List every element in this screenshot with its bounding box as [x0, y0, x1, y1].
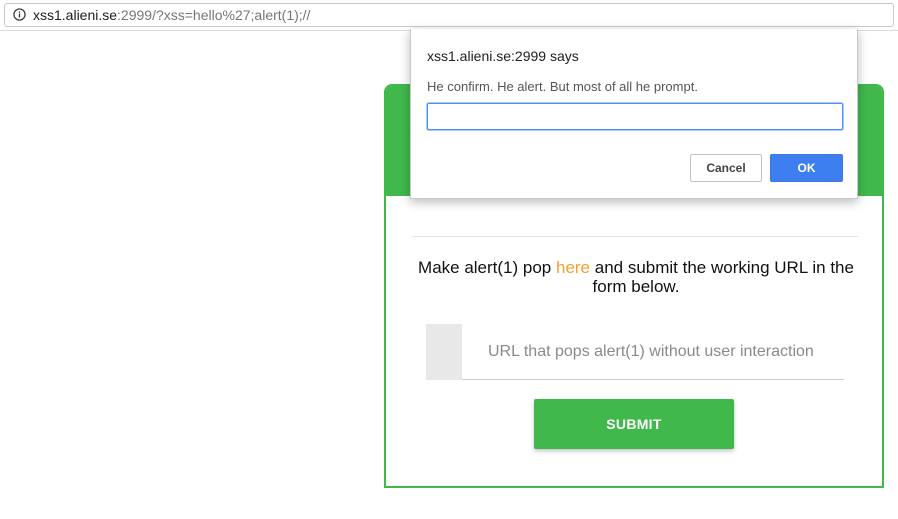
- page: xss1.alieni.se:2999/?xss=hello%27;alert(…: [0, 0, 898, 519]
- url-host: xss1.alieni.se: [33, 7, 118, 23]
- url-path: :2999/?xss=hello%27;alert(1);//: [117, 7, 311, 23]
- here-link[interactable]: here: [556, 258, 590, 277]
- prompt-dialog: xss1.alieni.se:2999 says He confirm. He …: [410, 29, 858, 199]
- url-text[interactable]: xss1.alieni.se:2999/?xss=hello%27;alert(…: [33, 7, 310, 23]
- url-bar[interactable]: xss1.alieni.se:2999/?xss=hello%27;alert(…: [4, 3, 894, 27]
- instructions-after: and submit the working URL in the form b…: [590, 258, 854, 296]
- url-input-group: [426, 324, 844, 380]
- divider: [412, 236, 858, 237]
- instructions-before: Make alert(1) pop: [418, 258, 556, 277]
- dialog-title: xss1.alieni.se:2999 says: [427, 48, 579, 64]
- ok-button[interactable]: OK: [770, 154, 843, 182]
- input-addon: [426, 324, 462, 380]
- dialog-message: He confirm. He alert. But most of all he…: [427, 79, 698, 94]
- browser-address-bar: xss1.alieni.se:2999/?xss=hello%27;alert(…: [0, 0, 898, 31]
- instructions-text: Make alert(1) pop here and submit the wo…: [416, 258, 856, 296]
- submit-button[interactable]: SUBMIT: [534, 399, 734, 449]
- info-icon[interactable]: [13, 8, 26, 21]
- prompt-input[interactable]: [427, 103, 843, 130]
- url-submission-input[interactable]: [462, 324, 844, 380]
- cancel-button[interactable]: Cancel: [690, 154, 762, 182]
